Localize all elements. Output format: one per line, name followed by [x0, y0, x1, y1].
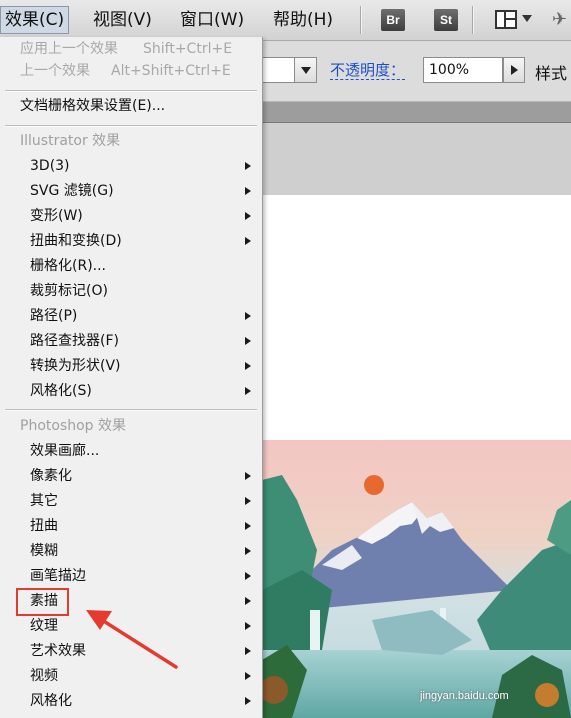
menu-item-label: 扭曲 — [30, 518, 58, 534]
menu-item-artistic[interactable]: 艺术效果 — [0, 639, 262, 664]
menu-item-stylize-illustrator[interactable]: 风格化(S) — [0, 379, 262, 404]
menu-separator — [5, 90, 257, 92]
menu-item-path[interactable]: 路径(P) — [0, 304, 262, 329]
menubar-divider — [360, 6, 362, 34]
submenu-arrow-icon — [245, 337, 251, 345]
submenu-arrow-icon — [245, 572, 251, 580]
menu-item-label: 艺术效果 — [30, 643, 86, 659]
landscape-painting — [262, 440, 571, 718]
submenu-arrow-icon — [245, 162, 251, 170]
menu-item-label: 上一个效果 — [20, 63, 90, 79]
dropdown-button[interactable] — [294, 58, 316, 82]
menu-separator — [5, 409, 257, 411]
style-label[interactable]: 样式 — [535, 60, 567, 84]
opacity-label[interactable]: 不透明度： — [330, 61, 406, 80]
menu-item-brush-strokes[interactable]: 画笔描边 — [0, 564, 262, 589]
menu-item-label: 裁剪标记(O) — [30, 283, 108, 299]
submenu-arrow-icon — [245, 672, 251, 680]
menu-item-blur[interactable]: 模糊 — [0, 539, 262, 564]
menu-item-warp[interactable]: 变形(W) — [0, 204, 262, 229]
opacity-slider-button[interactable] — [503, 57, 525, 83]
submenu-arrow-icon — [245, 387, 251, 395]
menu-item-pathfinder[interactable]: 路径查找器(F) — [0, 329, 262, 354]
menu-item-video[interactable]: 视频 — [0, 664, 262, 689]
submenu-arrow-icon — [245, 697, 251, 705]
menu-item-label: 3D(3) — [30, 158, 70, 174]
submenu-arrow-icon — [245, 497, 251, 505]
menu-bar: 效果(C) 视图(V) 窗口(W) 帮助(H) Br St ✈ — [0, 0, 571, 41]
chevron-down-icon — [301, 67, 311, 74]
menu-item-effect-gallery[interactable]: 效果画廊... — [0, 439, 262, 464]
menu-item-label: 路径查找器(F) — [30, 333, 119, 349]
menu-item-label: 路径(P) — [30, 308, 78, 324]
submenu-arrow-icon — [245, 622, 251, 630]
menu-item-label: 转换为形状(V) — [30, 358, 121, 374]
menu-window[interactable]: 窗口(W) — [176, 6, 248, 34]
menu-separator — [5, 125, 257, 127]
menu-item-3d[interactable]: 3D(3) — [0, 154, 262, 179]
menu-item-distort[interactable]: 扭曲 — [0, 514, 262, 539]
submenu-arrow-icon — [245, 312, 251, 320]
menu-item-shortcut: Alt+Shift+Ctrl+E — [111, 63, 231, 79]
menu-effect[interactable]: 效果(C) — [0, 6, 70, 34]
section-header: Illustrator 效果 — [20, 133, 121, 149]
artboard — [262, 195, 571, 440]
menubar-divider — [472, 6, 474, 34]
menu-item-label: 纹理 — [30, 618, 58, 634]
submenu-arrow-icon — [245, 237, 251, 245]
submenu-arrow-icon — [245, 522, 251, 530]
menu-item-label: 风格化(S) — [30, 383, 92, 399]
chevron-right-icon — [511, 65, 518, 75]
bridge-button[interactable]: Br — [381, 9, 405, 31]
submenu-arrow-icon — [245, 647, 251, 655]
menu-item-label: 效果画廊... — [30, 443, 100, 459]
section-header: Photoshop 效果 — [20, 418, 127, 434]
menu-item-stylize-photoshop[interactable]: 风格化 — [0, 689, 262, 714]
workspace-layout-icon[interactable] — [495, 10, 517, 29]
menu-item-distort-transform[interactable]: 扭曲和变换(D) — [0, 229, 262, 254]
menu-item-label: 风格化 — [30, 693, 72, 709]
submenu-arrow-icon — [245, 187, 251, 195]
menu-item-last-effect[interactable]: 上一个效果 Alt+Shift+Ctrl+E — [0, 59, 262, 84]
menu-item-label: 画笔描边 — [30, 568, 86, 584]
menu-item-rasterize[interactable]: 栅格化(R)... — [0, 254, 262, 279]
menu-item-label: 其它 — [30, 493, 58, 509]
stock-button[interactable]: St — [434, 9, 458, 31]
menu-item-texture[interactable]: 纹理 — [0, 614, 262, 639]
opacity-input[interactable]: 100% — [423, 57, 503, 83]
menu-section-illustrator: Illustrator 效果 — [0, 129, 262, 154]
stroke-style-dropdown[interactable] — [255, 57, 317, 83]
watermark: jingyan.baidu.com — [420, 690, 509, 702]
menu-item-other[interactable]: 其它 — [0, 489, 262, 514]
menu-item-pixelate[interactable]: 像素化 — [0, 464, 262, 489]
submenu-arrow-icon — [245, 212, 251, 220]
highlight-box — [16, 588, 69, 616]
menu-item-crop-marks[interactable]: 裁剪标记(O) — [0, 279, 262, 304]
menu-item-label: 模糊 — [30, 543, 58, 559]
menu-item-svg-filters[interactable]: SVG 滤镜(G) — [0, 179, 262, 204]
menu-item-label: 栅格化(R)... — [30, 258, 107, 274]
chevron-down-icon[interactable] — [522, 15, 532, 22]
submenu-arrow-icon — [245, 362, 251, 370]
submenu-arrow-icon — [245, 597, 251, 605]
menu-item-label: SVG 滤镜(G) — [30, 183, 114, 199]
menu-item-label: 像素化 — [30, 468, 72, 484]
feather-icon[interactable]: ✈ — [552, 9, 567, 30]
menu-item-convert-to-shape[interactable]: 转换为形状(V) — [0, 354, 262, 379]
menu-view[interactable]: 视图(V) — [89, 6, 156, 34]
submenu-arrow-icon — [245, 472, 251, 480]
menu-item-label: 变形(W) — [30, 208, 83, 224]
menu-item-label: 扭曲和变换(D) — [30, 233, 122, 249]
menu-item-label: 视频 — [30, 668, 58, 684]
menu-help[interactable]: 帮助(H) — [269, 6, 337, 34]
menu-item-label: 文档栅格效果设置(E)... — [20, 98, 166, 114]
submenu-arrow-icon — [245, 547, 251, 555]
menu-item-raster-settings[interactable]: 文档栅格效果设置(E)... — [0, 94, 262, 119]
menu-section-photoshop: Photoshop 效果 — [0, 414, 262, 439]
